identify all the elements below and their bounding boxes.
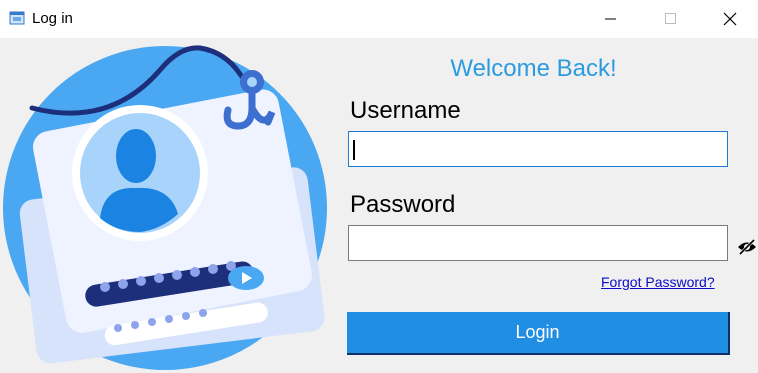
username-input[interactable] bbox=[348, 131, 728, 167]
login-illustration bbox=[3, 45, 327, 370]
forgot-password-link[interactable]: Forgot Password? bbox=[601, 274, 715, 290]
username-label: Username bbox=[350, 97, 461, 124]
text-caret bbox=[353, 140, 355, 160]
window-title: Log in bbox=[32, 10, 73, 27]
minimize-button[interactable] bbox=[588, 0, 634, 38]
login-button-label: Login bbox=[515, 322, 560, 342]
maximize-button[interactable] bbox=[648, 0, 694, 38]
welcome-heading: Welcome Back! bbox=[450, 55, 617, 82]
login-button[interactable]: Login bbox=[347, 312, 730, 355]
close-button[interactable] bbox=[707, 0, 753, 38]
app-window-icon bbox=[9, 11, 25, 25]
password-label: Password bbox=[350, 191, 456, 218]
eye-slash-icon[interactable] bbox=[737, 238, 757, 256]
title-bar: Log in bbox=[0, 0, 758, 38]
close-icon bbox=[723, 12, 737, 26]
password-input[interactable] bbox=[348, 225, 728, 261]
minimize-icon bbox=[605, 18, 616, 20]
maximize-icon bbox=[665, 13, 676, 24]
